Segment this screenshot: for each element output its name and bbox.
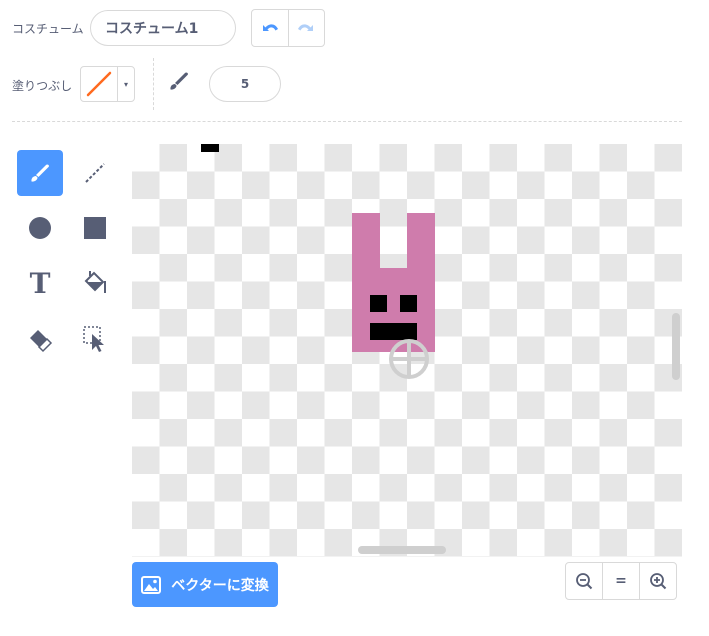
line-icon	[85, 163, 105, 183]
zoom-in-icon	[650, 573, 667, 590]
zoom-reset-button[interactable]: =	[602, 563, 639, 599]
tool-eraser[interactable]	[17, 315, 63, 361]
fill-bucket-icon	[84, 271, 106, 293]
zoom-controls: =	[565, 562, 677, 600]
brush-icon	[170, 72, 188, 90]
circle-icon	[29, 217, 51, 239]
canvas-vertical-scrollbar[interactable]	[672, 313, 680, 380]
history-buttons	[251, 9, 325, 47]
convert-to-vector-button[interactable]: ベクターに変換	[132, 562, 278, 607]
tool-circle[interactable]	[17, 205, 63, 251]
sprite-right-ear	[407, 213, 435, 269]
brush-size-input[interactable]	[209, 66, 281, 102]
redo-button[interactable]	[287, 10, 325, 46]
fill-dropdown-arrow[interactable]: ▾	[117, 67, 134, 101]
canvas-horizontal-scrollbar[interactable]	[358, 546, 446, 554]
paint-canvas[interactable]	[132, 144, 682, 557]
zoom-out-button[interactable]	[566, 563, 602, 599]
costume-label: コスチューム	[12, 22, 84, 36]
brush-icon	[31, 164, 49, 182]
fill-label: 塗りつぶし	[12, 79, 73, 93]
toolbar-divider	[153, 58, 154, 110]
costume-name-input[interactable]	[90, 10, 236, 46]
rotation-center-icon	[389, 339, 429, 379]
sprite-left-ear	[352, 213, 380, 269]
brush-size-icon-wrap	[164, 66, 194, 96]
tool-brush[interactable]	[17, 150, 63, 196]
undo-button[interactable]	[252, 10, 288, 46]
no-fill-slash-icon	[86, 71, 112, 97]
text-icon: T	[29, 266, 51, 300]
image-icon	[141, 575, 162, 594]
sprite-right-eye	[400, 295, 417, 312]
eraser-icon	[30, 330, 53, 353]
zoom-out-icon	[576, 573, 593, 590]
rectangle-icon	[84, 217, 106, 239]
stray-pixel	[201, 144, 219, 152]
fill-color-picker[interactable]: ▾	[80, 66, 135, 102]
select-icon	[83, 326, 104, 352]
redo-arrow-icon	[298, 24, 314, 31]
tool-text[interactable]: T	[17, 260, 63, 306]
tool-fill[interactable]	[72, 260, 118, 306]
zoom-in-button[interactable]	[639, 563, 676, 599]
fill-color-swatch[interactable]	[81, 67, 117, 101]
tool-select[interactable]	[72, 315, 118, 361]
undo-arrow-icon	[262, 24, 278, 31]
tool-line[interactable]	[72, 150, 118, 196]
header-divider	[12, 121, 682, 122]
tool-rectangle[interactable]	[72, 205, 118, 251]
convert-label: ベクターに変換	[171, 577, 269, 594]
sprite-left-eye	[370, 295, 387, 312]
